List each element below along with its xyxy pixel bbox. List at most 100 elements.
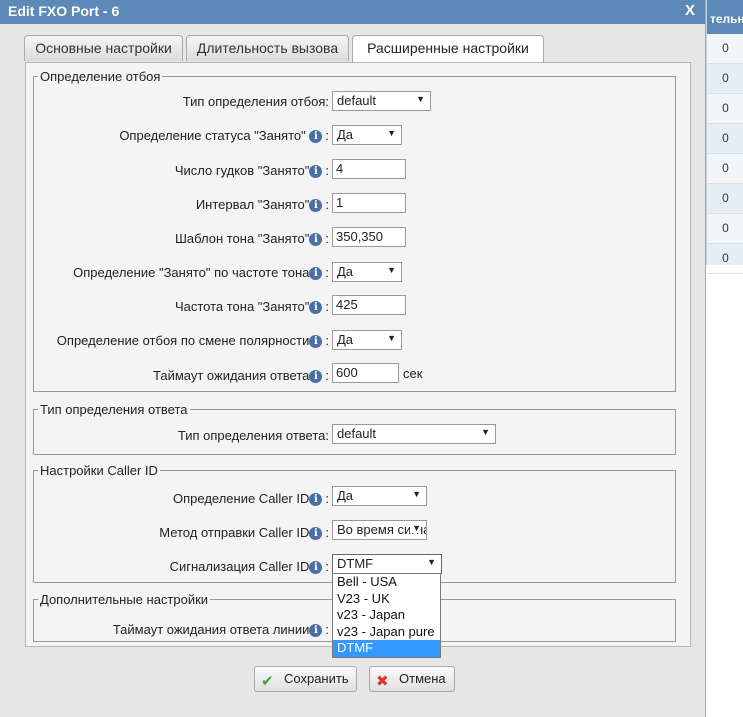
select-value: default: [337, 93, 377, 108]
table-cell: 0: [707, 244, 743, 274]
group-legend: Определение отбоя: [40, 69, 161, 84]
busy-status-row: Определение статуса "Занято" i:: [0, 125, 329, 147]
info-icon[interactable]: i: [309, 527, 323, 540]
info-icon[interactable]: i: [309, 335, 323, 348]
busy-freq-detect-select[interactable]: Да ▼: [332, 262, 402, 282]
line-timeout-label-wrap: Таймаут ожидания ответа линии i:: [112, 622, 329, 637]
select-value: Да: [337, 127, 354, 142]
chevron-down-icon: ▼: [387, 333, 396, 343]
callerid-method-select[interactable]: Во время сигнала▼: [332, 520, 427, 540]
checkmark-icon: ✔: [261, 673, 274, 690]
info-icon[interactable]: i: [309, 130, 323, 143]
busy-status-label: Определение статуса "Занято": [119, 128, 306, 143]
polarity-label-wrap: Определение отбоя по смене полярности i:: [56, 333, 329, 348]
busy-status-select[interactable]: Да ▼: [332, 125, 402, 145]
table-cell: 0: [707, 124, 743, 154]
dropdown-option[interactable]: V23 - UK: [333, 591, 440, 608]
info-icon[interactable]: i: [309, 370, 323, 383]
chevron-down-icon: ▼: [412, 489, 421, 499]
busy-freq-label: Частота тона "Занято": [174, 299, 310, 314]
select-value: DTMF: [337, 556, 374, 571]
table-cell: 0: [707, 34, 743, 64]
cross-icon: ✖: [376, 673, 389, 690]
dropdown-option[interactable]: v23 - Japan: [333, 607, 440, 624]
busy-interval-label-wrap: Интервал "Занято" i:: [195, 197, 329, 212]
select-value: Да: [337, 264, 354, 279]
hangup-type-select[interactable]: default ▼: [332, 91, 431, 111]
save-button[interactable]: ✔ Сохранить: [254, 666, 357, 692]
busy-interval-row: Интервал "Занято" i:: [0, 194, 329, 216]
busy-freq-detect-label: Определение "Занято" по частоте тона: [73, 265, 310, 280]
tab-advanced-settings[interactable]: Расширенные настройки: [352, 35, 544, 64]
answer-timeout-unit: сек: [403, 366, 423, 381]
hangup-type-row: Тип определения отбоя:: [0, 91, 329, 113]
dropdown-option[interactable]: v23 - Japan pure: [333, 624, 440, 641]
tab-basic-settings[interactable]: Основные настройки: [24, 35, 183, 61]
info-icon[interactable]: i: [309, 199, 323, 212]
save-button-label: Сохранить: [284, 671, 349, 686]
chevron-down-icon: ▼: [481, 427, 490, 437]
table-cell: 0: [707, 184, 743, 214]
callerid-method-label: Метод отправки Caller ID: [159, 525, 310, 540]
chevron-down-icon: ▼: [427, 557, 436, 567]
chevron-down-icon: ▼: [410, 523, 421, 533]
hangup-type-label: Тип определения отбоя:: [182, 94, 329, 109]
callerid-signaling-label-wrap: Сигнализация Caller ID i:: [169, 559, 329, 574]
info-icon[interactable]: i: [309, 267, 323, 280]
callerid-detect-row: Определение Caller ID i:: [0, 488, 329, 510]
cancel-button-label: Отмена: [399, 671, 446, 686]
chevron-down-icon: ▼: [387, 128, 396, 138]
callerid-detect-select[interactable]: Да ▼: [332, 486, 427, 506]
busy-status-label-wrap: Определение статуса "Занято" i:: [119, 128, 329, 143]
info-icon[interactable]: i: [309, 561, 323, 574]
info-icon[interactable]: i: [309, 301, 323, 314]
busy-pattern-row: Шаблон тона "Занято" i:: [0, 228, 329, 250]
busy-interval-label: Интервал "Занято": [195, 197, 310, 212]
group-legend: Дополнительные настройки: [40, 592, 209, 607]
busy-interval-input[interactable]: 1: [332, 193, 406, 213]
answer-timeout-input[interactable]: 600: [332, 363, 399, 383]
cancel-button[interactable]: ✖ Отмена: [369, 666, 455, 692]
busy-pattern-input[interactable]: 350,350: [332, 227, 406, 247]
busy-count-input[interactable]: 4: [332, 159, 406, 179]
background-table-header: тельн: [707, 0, 743, 34]
answer-timeout-row: Таймаут ожидания ответа i:: [0, 365, 329, 387]
group-legend: Тип определения ответа: [40, 402, 188, 417]
info-icon[interactable]: i: [309, 165, 323, 178]
dropdown-option[interactable]: Bell - USA: [333, 574, 440, 591]
info-icon[interactable]: i: [309, 233, 323, 246]
dropdown-option-selected[interactable]: DTMF: [333, 640, 440, 657]
busy-count-row: Число гудков "Занято" i:: [0, 160, 329, 182]
chevron-down-icon: ▼: [387, 265, 396, 275]
callerid-method-row: Метод отправки Caller ID i:: [0, 522, 329, 544]
polarity-label: Определение отбоя по смене полярности: [56, 333, 310, 348]
callerid-detect-label-wrap: Определение Caller ID i:: [173, 491, 329, 506]
answer-type-select[interactable]: default ▼: [332, 424, 496, 444]
table-cell: 0: [707, 154, 743, 184]
busy-freq-detect-label-wrap: Определение "Занято" по частоте тона i:: [73, 265, 329, 280]
callerid-signaling-dropdown[interactable]: Bell - USA V23 - UK v23 - Japan v23 - Ja…: [332, 573, 441, 658]
busy-freq-row: Частота тона "Занято" i:: [0, 296, 329, 318]
group-legend: Настройки Caller ID: [40, 463, 158, 478]
dialog-titlebar[interactable]: Edit FXO Port - 6 X: [0, 0, 705, 24]
table-cell: 0: [707, 94, 743, 124]
callerid-signaling-select[interactable]: DTMF ▼: [332, 554, 442, 574]
callerid-signaling-row: Сигнализация Caller ID i:: [0, 556, 329, 578]
chevron-down-icon: ▼: [416, 94, 425, 104]
answer-timeout-label: Таймаут ожидания ответа: [152, 368, 310, 383]
busy-freq-detect-row: Определение "Занято" по частоте тона i:: [0, 262, 329, 284]
answer-timeout-label-wrap: Таймаут ожидания ответа i:: [152, 368, 329, 383]
polarity-select[interactable]: Да ▼: [332, 330, 402, 350]
callerid-signaling-label: Сигнализация Caller ID: [169, 559, 310, 574]
busy-pattern-label-wrap: Шаблон тона "Занято" i:: [174, 231, 329, 246]
busy-count-label-wrap: Число гудков "Занято" i:: [174, 163, 329, 178]
info-icon[interactable]: i: [309, 493, 323, 506]
busy-freq-input[interactable]: 425: [332, 295, 406, 315]
select-value: default: [337, 426, 377, 441]
select-value: Да: [337, 332, 354, 347]
table-cell: 0: [707, 214, 743, 244]
tab-call-duration[interactable]: Длительность вызова: [186, 35, 349, 61]
close-icon[interactable]: X: [685, 2, 695, 19]
info-icon[interactable]: i: [309, 624, 323, 637]
table-cell: 0: [707, 64, 743, 94]
